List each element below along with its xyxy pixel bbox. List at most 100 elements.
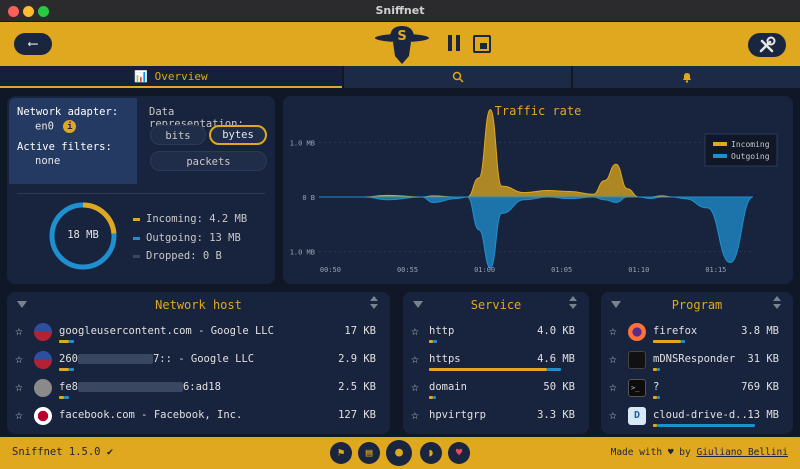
wrench-icon — [759, 36, 776, 53]
table-row[interactable]: ☆ >_ ? 769 KB — [601, 376, 793, 404]
traffic-chart: 1.0 MB 0 B 1.0 MB 00:50 00:55 01:00 01:05 01:10… — [290, 109, 778, 274]
incoming-bar — [429, 368, 547, 371]
rss-icon[interactable]: ◗ — [420, 442, 442, 464]
info-panel: Network adapter: en0 i Active filters: n… — [7, 96, 275, 284]
outgoing-bar — [657, 396, 660, 399]
program-name: cloud-drive-d... — [653, 409, 753, 421]
service-name: http — [429, 325, 455, 337]
program-value: 13 MB — [747, 409, 779, 421]
star-icon[interactable]: ☆ — [411, 408, 419, 423]
table-row[interactable]: ☆ hpvirtgrp 3.3 KB — [403, 404, 589, 432]
star-icon[interactable]: ☆ — [411, 380, 419, 395]
star-icon[interactable]: ☆ — [15, 324, 23, 339]
star-icon[interactable]: ☆ — [411, 324, 419, 339]
settings-button[interactable] — [748, 33, 786, 57]
star-icon[interactable]: ☆ — [15, 408, 23, 423]
host-table-title: Network host — [155, 298, 242, 312]
star-icon[interactable]: ☆ — [15, 380, 23, 395]
program-table-title: Program — [671, 298, 723, 312]
terminal-icon: >_ — [628, 379, 646, 397]
outgoing-bar — [433, 340, 437, 343]
star-icon[interactable]: ☆ — [15, 352, 23, 367]
heart-icon: ♥ — [667, 447, 674, 458]
tab-notifications[interactable] — [573, 66, 800, 88]
wiki-icon[interactable]: ⚑ — [330, 442, 352, 464]
host-name: googleusercontent.com - Google LLC — [59, 325, 274, 337]
pause-icon-bar — [456, 35, 460, 51]
table-row[interactable]: ☆ facebook.com - Facebook, Inc. 127 KB — [7, 404, 390, 432]
table-row[interactable]: ☆ fe8 6:ad18 2.5 KB — [7, 376, 390, 404]
network-host-table: Network host ☆ googleusercontent.com - G… — [7, 292, 390, 434]
outgoing-bar — [657, 424, 755, 427]
screenshot-icon — [480, 43, 487, 49]
host-suffix: 7:: - Google LLC — [152, 353, 255, 365]
by-label: by — [679, 447, 691, 458]
sponsor-icon[interactable]: ♥ — [448, 442, 470, 464]
service-table: Service ☆ http 4.0 KB ☆ https 4.6 MB ☆ d… — [403, 292, 589, 434]
adapter-value: en0 — [35, 120, 54, 133]
outgoing-area — [318, 196, 754, 269]
outgoing-bar — [433, 396, 436, 399]
incoming-bar — [59, 368, 69, 371]
packets-option[interactable]: packets — [150, 151, 267, 171]
check-icon: ✔ — [106, 446, 114, 458]
tab-inspect[interactable] — [344, 66, 571, 88]
y-tick-label: 1.0 MB — [290, 249, 315, 257]
star-icon[interactable]: ☆ — [609, 408, 617, 423]
incoming-bar — [653, 340, 681, 343]
made-with-label: Made with — [610, 447, 663, 458]
filters-label: Active filters: — [17, 141, 112, 153]
service-table-title: Service — [470, 298, 522, 312]
divider — [17, 193, 265, 194]
host-value: 17 KB — [344, 325, 376, 337]
sort-icon[interactable] — [773, 296, 781, 310]
firefox-icon — [628, 323, 646, 341]
host-suffix: 6:ad18 — [182, 381, 221, 393]
y-tick-label: 0 B — [302, 194, 315, 202]
x-tick-label: 00:50 — [320, 266, 341, 274]
table-row[interactable]: ☆ domain 50 KB — [403, 376, 589, 404]
star-icon[interactable]: ☆ — [609, 380, 617, 395]
x-tick-label: 01:15 — [705, 266, 726, 274]
pause-button[interactable] — [448, 35, 462, 53]
table-row[interactable]: ☆ 260 7:: - Google LLC 2.9 KB — [7, 348, 390, 376]
tab-bar: 📊 Overview — [0, 66, 800, 90]
host-prefix: 260 — [59, 353, 78, 365]
star-icon[interactable]: ☆ — [411, 352, 419, 367]
x-tick-label: 00:55 — [397, 266, 418, 274]
pause-icon-bar — [448, 35, 452, 51]
table-row[interactable]: ☆ https 4.6 MB — [403, 348, 589, 376]
table-row[interactable]: ☆ googleusercontent.com - Google LLC 17 … — [7, 320, 390, 348]
back-button[interactable]: ⟵ — [14, 33, 52, 55]
tab-overview[interactable]: 📊 Overview — [0, 66, 342, 88]
star-icon[interactable]: ☆ — [609, 324, 617, 339]
svg-text:S: S — [397, 29, 406, 44]
bytes-option[interactable]: bytes — [209, 125, 267, 145]
sort-icon[interactable] — [370, 296, 378, 310]
cloud-drive-icon: D — [628, 407, 646, 425]
filters-value: none — [35, 155, 61, 167]
table-row[interactable]: ☆ firefox 3.8 MB — [601, 320, 793, 348]
author-link[interactable]: Giuliano Bellini — [696, 447, 788, 458]
incoming-bar — [59, 340, 69, 343]
dropped-value: Dropped: 0 B — [146, 250, 222, 262]
search-icon — [452, 71, 464, 83]
x-tick-label: 01:05 — [551, 266, 572, 274]
table-row[interactable]: ☆ http 4.0 KB — [403, 320, 589, 348]
screenshot-button[interactable] — [473, 35, 491, 53]
table-row[interactable]: ☆ mDNSResponder 31 KB — [601, 348, 793, 376]
program-value: 3.8 MB — [741, 325, 779, 337]
star-icon[interactable]: ☆ — [609, 352, 617, 367]
window-titlebar: Sniffnet — [0, 0, 800, 22]
sort-icon[interactable] — [569, 296, 577, 310]
book-icon[interactable]: ▤ — [358, 442, 380, 464]
program-name: ? — [653, 381, 660, 393]
bits-option[interactable]: bits — [150, 125, 206, 145]
table-row[interactable]: ☆ D cloud-drive-d... 13 MB — [601, 404, 793, 432]
outgoing-bar — [64, 396, 69, 399]
info-icon[interactable]: i — [63, 120, 77, 133]
incoming-value: Incoming: 4.2 MB — [146, 213, 248, 225]
github-icon[interactable]: ● — [386, 440, 412, 466]
redacted-block — [77, 354, 153, 364]
adapter-label: Network adapter: — [17, 106, 119, 118]
